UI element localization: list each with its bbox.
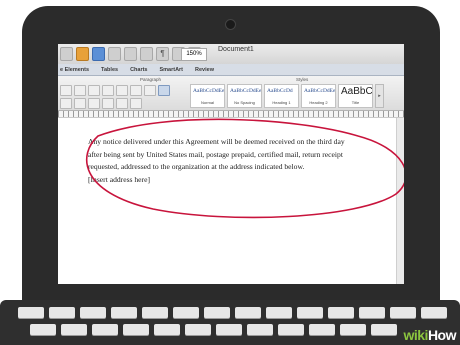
key[interactable] [340,324,366,335]
key[interactable] [80,307,106,318]
wikihow-watermark: wikiHow [403,327,456,343]
key[interactable] [278,324,304,335]
key[interactable] [359,307,385,318]
key[interactable] [421,307,447,318]
word-window: ¶ 150% Document1 e Elements Tables Chart… [58,44,404,284]
key[interactable] [247,324,273,335]
key[interactable] [297,307,323,318]
ellipse-stroke [85,118,404,219]
key[interactable] [142,307,168,318]
key-row [18,307,447,318]
annotation-ellipse [85,118,404,219]
keyboard: wikiHow [0,300,460,345]
key[interactable] [309,324,335,335]
key[interactable] [216,324,242,335]
key[interactable] [371,324,397,335]
key-row [30,324,397,335]
key[interactable] [92,324,118,335]
key[interactable] [235,307,261,318]
key[interactable] [328,307,354,318]
key[interactable] [266,307,292,318]
key[interactable] [30,324,56,335]
key[interactable] [154,324,180,335]
key[interactable] [61,324,87,335]
key[interactable] [49,307,75,318]
key[interactable] [18,307,44,318]
key[interactable] [173,307,199,318]
watermark-prefix: wiki [403,327,428,343]
key[interactable] [123,324,149,335]
key[interactable] [185,324,211,335]
watermark-suffix: How [427,327,457,343]
key[interactable] [111,307,137,318]
key[interactable] [204,307,230,318]
key[interactable] [390,307,416,318]
webcam [225,19,236,30]
